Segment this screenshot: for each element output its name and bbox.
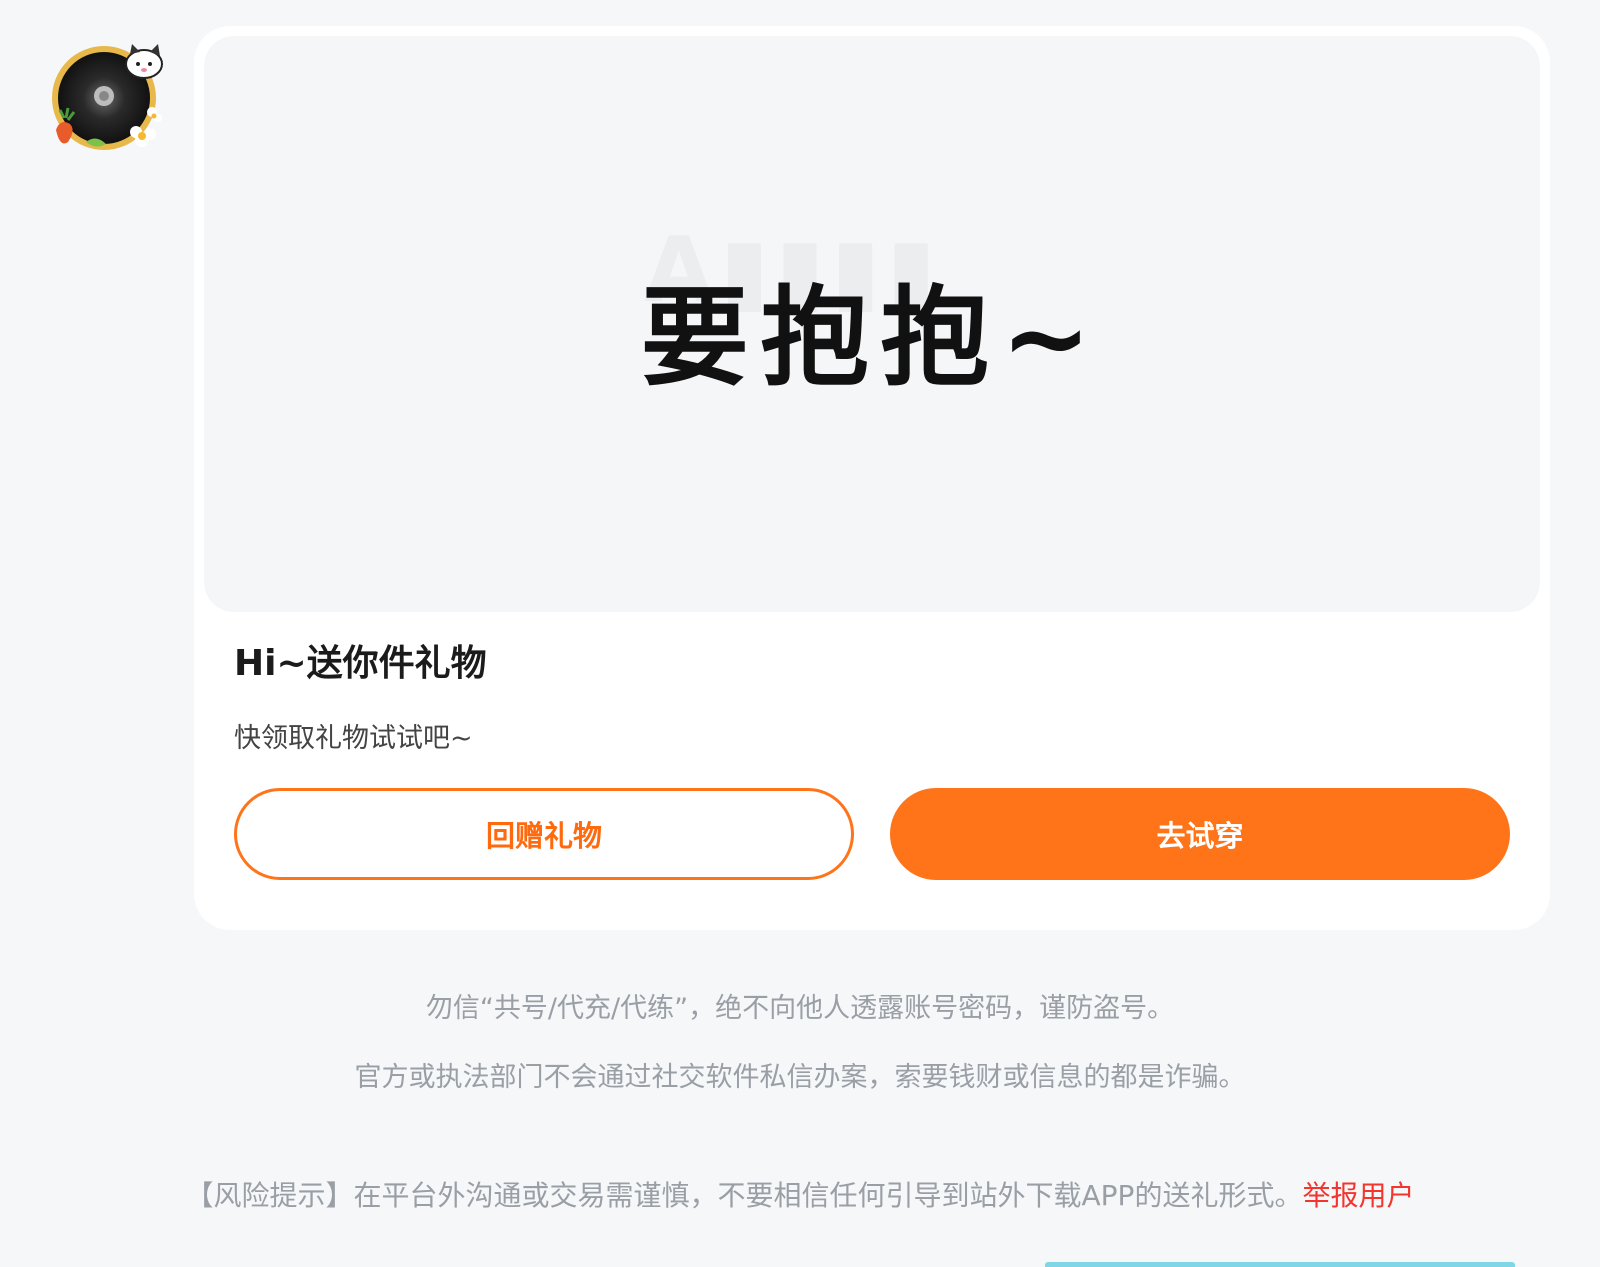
risk-tip: 【风险提示】在平台外沟通或交易需谨慎，不要相信任何引导到站外下载APP的送礼形式… [0,1174,1600,1214]
bottom-bar-edge [1045,1262,1515,1267]
try-on-label: 去试穿 [1156,819,1244,853]
gift-card: A▮▮▮▮ 要抱抱~ Hi~送你件礼物 快领取礼物试试吧~ 回赠礼物 去试穿 [194,26,1550,930]
banner-text: 要抱抱~ [640,276,1104,401]
avatar[interactable] [46,38,166,158]
avatar-image [52,44,163,150]
card-title: Hi~送你件礼物 [234,643,487,684]
safety-notice: 官方或执法部门不会通过社交软件私信办案，索要钱财或信息的都是诈骗。 [354,1062,1246,1093]
safety-notice: 勿信“共号/代充/代练”，绝不向他人透露账号密码，谨防盗号。 [425,993,1175,1024]
try-on-button[interactable]: 去试穿 [890,788,1510,880]
card-subtitle: 快领取礼物试试吧~ [234,723,473,754]
return-gift-label: 回赠礼物 [485,819,602,853]
report-user-link[interactable]: 举报用户 [1302,1179,1414,1212]
risk-tip-text: 【风险提示】在平台外沟通或交易需谨慎，不要相信任何引导到站外下载APP的送礼形式… [185,1179,1303,1212]
return-gift-button[interactable]: 回赠礼物 [234,788,854,880]
gift-banner-image: A▮▮▮▮ 要抱抱~ [204,36,1540,612]
